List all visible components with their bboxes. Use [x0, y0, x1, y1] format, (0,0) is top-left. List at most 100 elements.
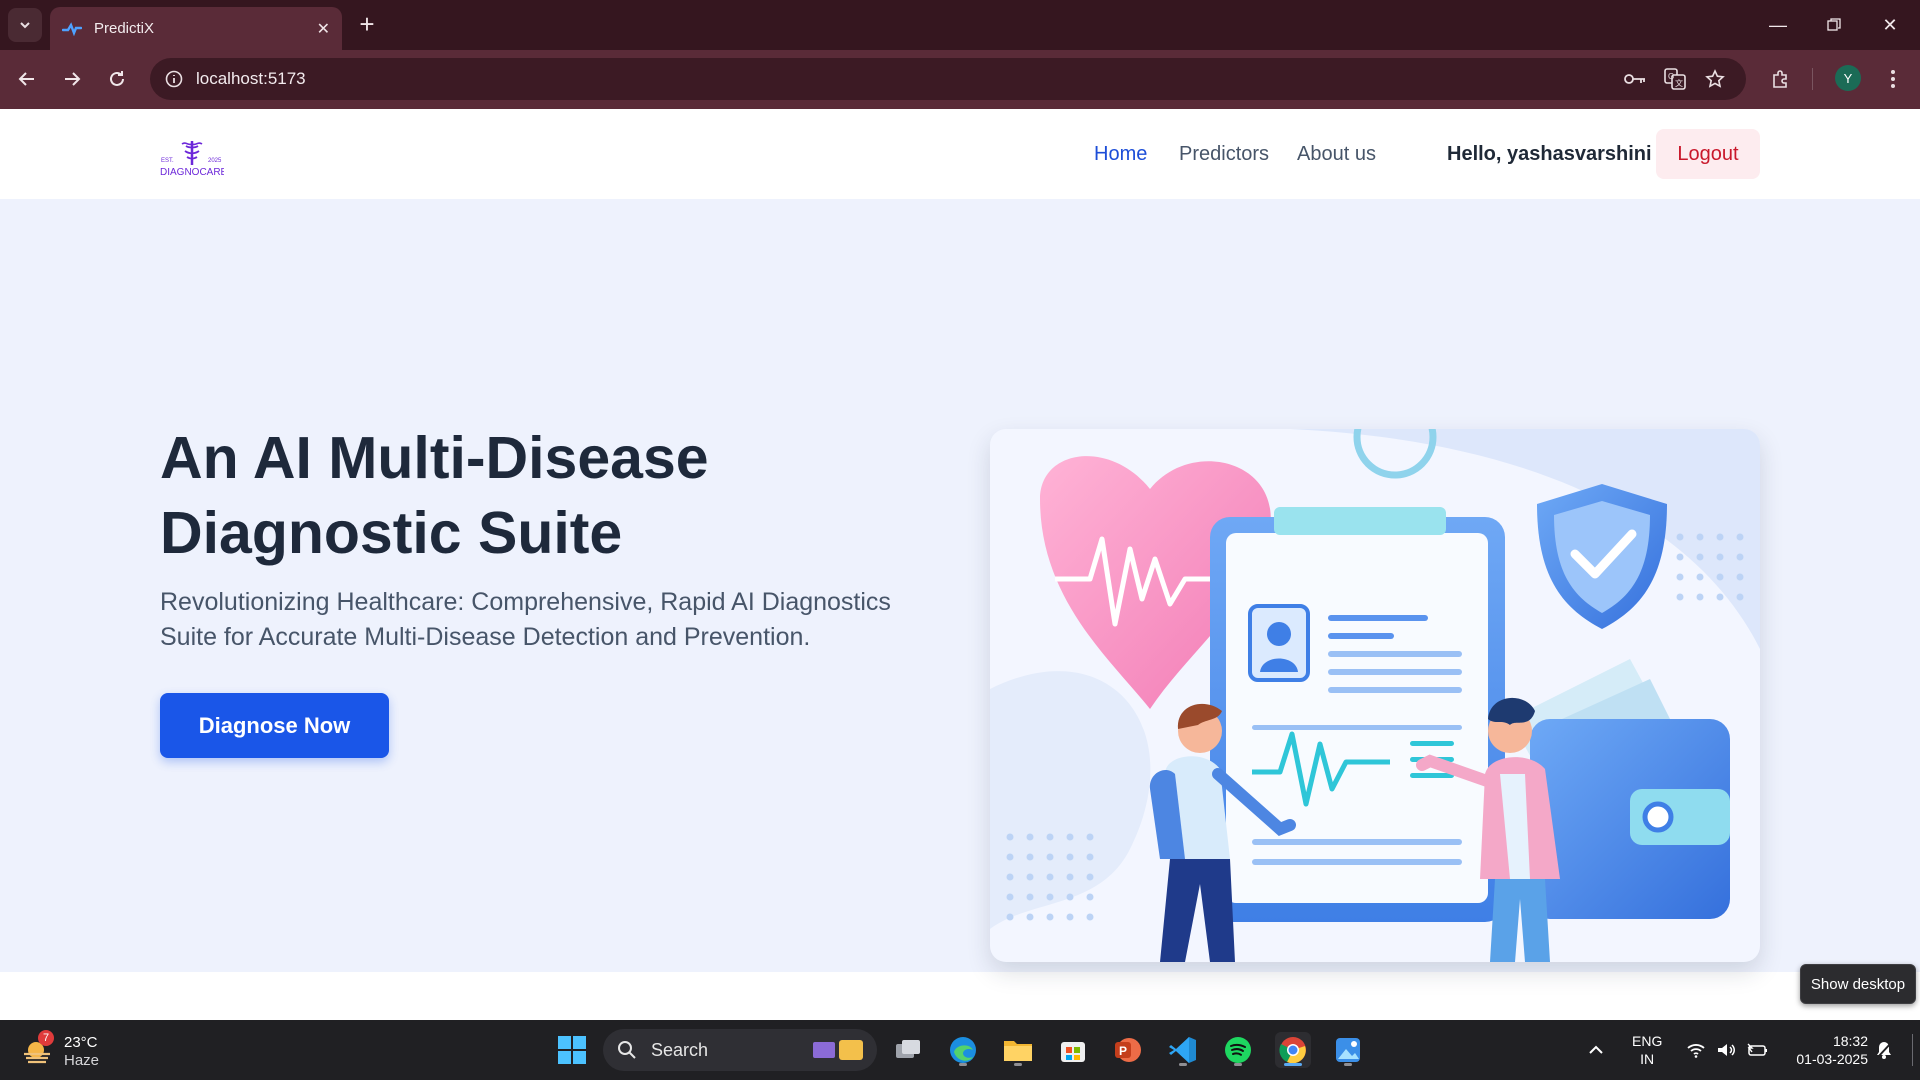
wifi-icon	[1687, 1044, 1705, 1058]
user-greeting: Hello, yashasvarshini	[1447, 143, 1652, 165]
address-bar[interactable]: localhost:5173 G文	[150, 58, 1746, 100]
running-indicator	[1234, 1063, 1242, 1066]
hero-subtitle: Revolutionizing Healthcare: Comprehensiv…	[160, 588, 891, 651]
show-desktop-tooltip: Show desktop	[1800, 964, 1916, 1004]
battery-icon	[1747, 1043, 1767, 1056]
logo-text: DIAGNOCARE	[160, 167, 224, 178]
search-icon	[618, 1041, 636, 1059]
minimize-button[interactable]: —	[1750, 0, 1806, 50]
bookmark-star-icon[interactable]	[1702, 67, 1728, 91]
task-view-icon	[896, 1040, 920, 1058]
spotify-icon	[1225, 1037, 1251, 1063]
running-indicator	[1344, 1063, 1352, 1066]
extensions-icon[interactable]	[1764, 62, 1798, 96]
show-desktop-button[interactable]	[1912, 1034, 1913, 1066]
task-view-button[interactable]	[890, 1032, 926, 1068]
restore-button[interactable]	[1806, 0, 1862, 50]
weather-badge: 7	[38, 1030, 54, 1046]
chrome-icon	[1279, 1037, 1306, 1064]
tab-close-icon[interactable]: ✕	[317, 19, 330, 39]
start-button[interactable]	[554, 1032, 590, 1068]
photos-button[interactable]	[1330, 1032, 1366, 1068]
diagnocare-logo[interactable]: EST. 2025 DIAGNOCARE	[160, 139, 228, 179]
clock-date: 01-03-2025	[1796, 1051, 1868, 1067]
url-text[interactable]: localhost:5173	[196, 69, 306, 89]
running-indicator	[1014, 1063, 1022, 1066]
logout-button[interactable]: Logout	[1656, 129, 1760, 179]
diagnose-now-button[interactable]: Diagnose Now	[160, 693, 389, 758]
nav-link-home[interactable]: Home	[1094, 143, 1147, 166]
windows-taskbar: 7 23°C Haze Search P ENG IN 18:32 01-03-…	[0, 1020, 1920, 1080]
hero-section: An AI Multi-Disease Diagnostic Suite Rev…	[0, 199, 1920, 972]
medical-illustration	[990, 429, 1760, 962]
store-icon	[1061, 1042, 1085, 1062]
system-tray-icons[interactable]	[1686, 1020, 1768, 1080]
ms-store-button[interactable]	[1055, 1032, 1091, 1068]
translate-icon[interactable]: G文	[1662, 67, 1688, 91]
logo-year-text: 2025	[208, 158, 222, 164]
browser-tab-active[interactable]: PredictiX ✕	[50, 7, 342, 50]
nav-link-predictors[interactable]: Predictors	[1179, 143, 1269, 166]
predictix-favicon-icon	[62, 21, 82, 36]
site-navbar: EST. 2025 DIAGNOCARE Home Predictors Abo…	[0, 109, 1920, 199]
chevron-up-icon	[1589, 1045, 1603, 1054]
new-tab-button[interactable]: +	[352, 10, 382, 40]
volume-icon	[1718, 1044, 1735, 1056]
search-highlight-icon	[813, 1040, 863, 1060]
tab-search-button[interactable]	[8, 8, 42, 42]
logo-est-text: EST.	[161, 158, 174, 164]
browser-toolbar: localhost:5173 G文 Y	[0, 50, 1920, 109]
svg-text:G: G	[1668, 72, 1674, 81]
browser-tab-strip: PredictiX ✕ + — ✕	[0, 0, 1920, 50]
arrow-left-icon	[18, 72, 34, 86]
edge-browser-icon	[950, 1037, 976, 1063]
lang-bottom: IN	[1640, 1051, 1655, 1067]
running-indicator	[1179, 1063, 1187, 1066]
edge-taskbar-button[interactable]	[945, 1032, 981, 1068]
profile-avatar[interactable]: Y	[1835, 65, 1861, 91]
running-indicator	[959, 1063, 967, 1066]
restore-icon	[1827, 18, 1841, 31]
taskbar-search[interactable]: Search	[603, 1029, 877, 1071]
hero-title-line-1: An AI Multi-Disease	[160, 425, 709, 491]
password-key-icon[interactable]	[1622, 67, 1648, 91]
arrow-right-icon	[65, 72, 81, 86]
toolbar-divider	[1812, 68, 1813, 90]
clock[interactable]: 18:32 01-03-2025	[1788, 1020, 1868, 1080]
powerpoint-button[interactable]: P	[1110, 1032, 1146, 1068]
nav-link-about-us[interactable]: About us	[1297, 143, 1376, 166]
notifications-button[interactable]	[1874, 1020, 1894, 1080]
search-label: Search	[651, 1039, 709, 1060]
photos-icon	[1336, 1038, 1360, 1062]
clock-time: 18:32	[1832, 1033, 1868, 1049]
svg-text:P: P	[1119, 1044, 1127, 1058]
weather-condition: Haze	[64, 1052, 100, 1069]
weather-widget[interactable]: 7 23°C Haze	[22, 1030, 132, 1072]
chevron-down-icon	[20, 22, 30, 29]
back-button[interactable]	[10, 62, 44, 96]
notification-bell-icon	[1877, 1042, 1892, 1059]
folder-icon	[1004, 1041, 1032, 1061]
weather-temp: 23°C	[64, 1034, 98, 1051]
powerpoint-icon: P	[1115, 1038, 1141, 1062]
close-window-button[interactable]: ✕	[1862, 0, 1918, 50]
language-indicator[interactable]: ENG IN	[1632, 1020, 1662, 1080]
running-indicator-active	[1284, 1063, 1302, 1066]
browser-menu-icon[interactable]	[1876, 62, 1910, 96]
web-page: EST. 2025 DIAGNOCARE Home Predictors Abo…	[0, 109, 1920, 1020]
windows-logo-icon	[558, 1036, 586, 1064]
reload-icon	[110, 71, 124, 86]
vscode-icon	[1169, 1037, 1196, 1063]
vscode-button[interactable]	[1165, 1032, 1201, 1068]
chrome-taskbar-button[interactable]	[1275, 1032, 1311, 1068]
lang-top: ENG	[1632, 1033, 1663, 1049]
forward-button[interactable]	[55, 62, 89, 96]
spotify-button[interactable]	[1220, 1032, 1256, 1068]
show-hidden-icons[interactable]	[1588, 1020, 1604, 1080]
hero-title-line-2: Diagnostic Suite	[160, 500, 623, 566]
tab-title: PredictiX	[94, 20, 155, 37]
site-info-icon[interactable]	[162, 67, 186, 91]
reload-button[interactable]	[100, 62, 134, 96]
file-explorer-button[interactable]	[1000, 1032, 1036, 1068]
hero-title: An AI Multi-Disease Diagnostic Suite	[160, 421, 800, 571]
